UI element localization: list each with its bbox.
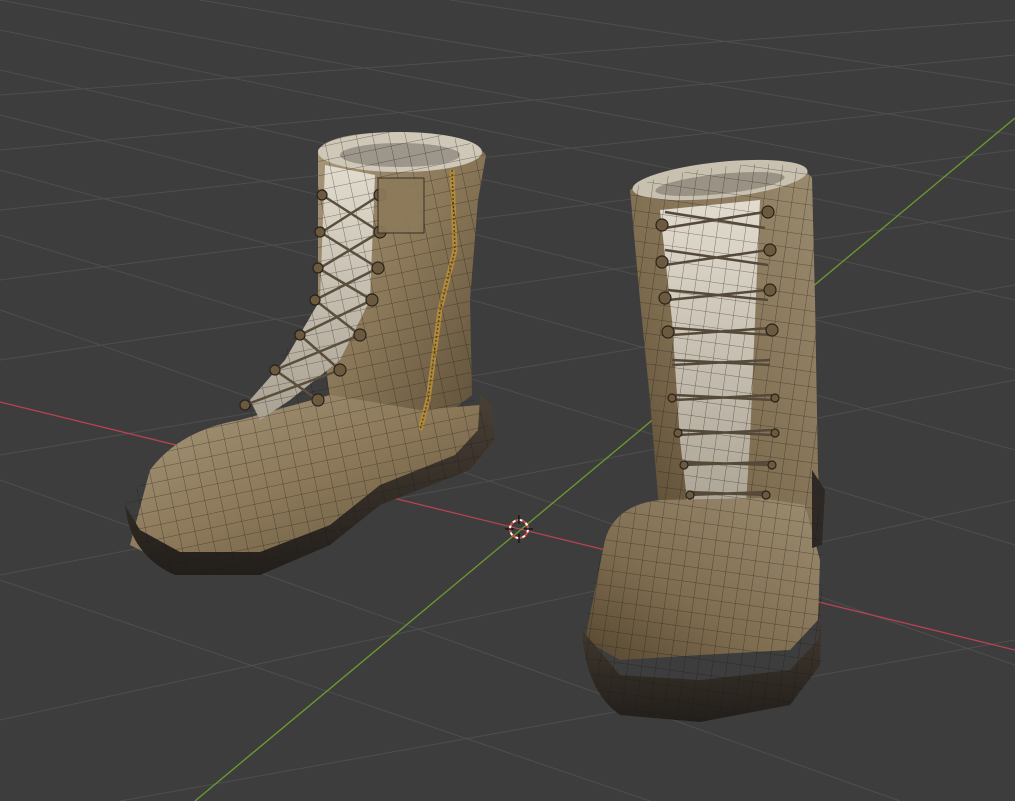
3d-viewport[interactable]	[0, 0, 1015, 801]
viewport-background	[0, 0, 1015, 801]
